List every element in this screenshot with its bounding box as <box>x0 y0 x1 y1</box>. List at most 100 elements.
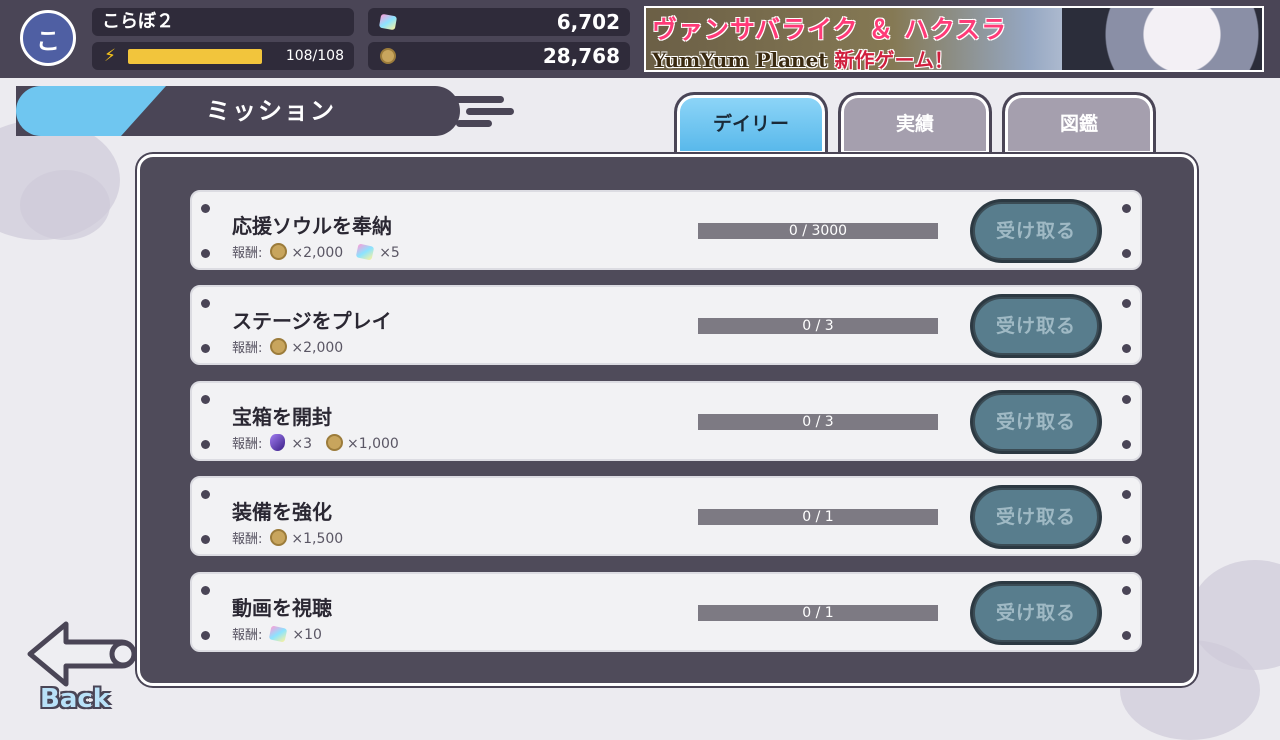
back-button[interactable]: Back <box>24 618 140 716</box>
gem-counter: 6,702 <box>368 8 630 36</box>
tab-encyclopedia[interactable]: 図鑑 <box>1002 92 1156 154</box>
background-cloud <box>20 170 110 240</box>
corner-rivet <box>1122 299 1131 308</box>
stamina-fill <box>128 49 262 64</box>
mission-row: ステージをプレイ報酬: ×2,000 0 / 3 受け取る <box>190 285 1142 365</box>
back-label: Back <box>40 684 111 714</box>
corner-rivet <box>1122 204 1131 213</box>
mission-progress-bar: 0 / 3 <box>698 318 938 334</box>
mission-title: 装備を強化 <box>232 500 332 524</box>
corner-rivet <box>1122 490 1131 499</box>
reward-amount: ×1,000 <box>347 436 399 452</box>
mission-progress-bar: 0 / 1 <box>698 509 938 525</box>
player-name: こらぼ２ <box>92 8 354 36</box>
ad-banner[interactable]: ヴァンサバライク ＆ ハクスラ YumYum Planet 新作ゲーム！ <box>644 6 1264 72</box>
page-title: ミッション <box>206 97 336 125</box>
mission-row: 応援ソウルを奉納報酬: ×2,000 ×5 0 / 3000 受け取る <box>190 190 1142 270</box>
corner-rivet <box>1122 440 1131 449</box>
gem-icon <box>378 13 398 31</box>
banner-new-game: 新作ゲーム！ <box>834 48 954 72</box>
claim-button-label: 受け取る <box>973 584 1099 642</box>
corner-rivet <box>201 586 210 595</box>
mission-title: 動画を視聴 <box>232 596 332 620</box>
mission-row: 宝箱を開封報酬: ×3 ×1,000 0 / 3 受け取る <box>190 381 1142 461</box>
mission-reward: 報酬: ×1,500 <box>232 528 357 547</box>
stone-icon <box>270 434 286 451</box>
mission-title: 応援ソウルを奉納 <box>232 214 392 238</box>
mission-reward: 報酬: ×10 <box>232 624 336 643</box>
reward-item: ×5 <box>355 243 400 261</box>
player-avatar[interactable]: こ <box>20 10 76 66</box>
speed-line <box>466 108 514 115</box>
reward-amount: ×10 <box>292 627 322 643</box>
reward-item: ×1,000 <box>326 434 399 452</box>
mission-reward: 報酬: ×3 ×1,000 <box>232 433 413 452</box>
mission-progress-bar: 0 / 3 <box>698 414 938 430</box>
claim-button-label: 受け取る <box>973 202 1099 260</box>
top-status-bar: こ こらぼ２ ⚡ 108/108 6,702 28,768 ヴァンサバライク ＆… <box>0 0 1280 78</box>
claim-button[interactable]: 受け取る <box>970 199 1102 263</box>
reward-label: 報酬: <box>232 341 263 356</box>
screen-title-bar: ミッション <box>16 86 460 136</box>
claim-button[interactable]: 受け取る <box>970 581 1102 645</box>
tab-daily[interactable]: デイリー <box>674 92 828 154</box>
reward-amount: ×5 <box>379 245 400 261</box>
reward-item: ×10 <box>269 625 322 643</box>
mission-title: 宝箱を開封 <box>232 405 332 429</box>
reward-label: 報酬: <box>232 437 263 452</box>
mission-reward: 報酬: ×2,000 ×5 <box>232 242 414 261</box>
corner-rivet <box>1122 249 1131 258</box>
claim-button-label: 受け取る <box>973 297 1099 355</box>
banner-brand: YumYum Planet <box>652 48 828 72</box>
gem-icon <box>355 243 375 261</box>
corner-rivet <box>201 204 210 213</box>
reward-amount: ×3 <box>291 436 313 452</box>
reward-item: ×2,000 <box>270 243 343 261</box>
reward-amount: ×1,500 <box>291 531 344 547</box>
speed-line <box>456 120 492 127</box>
stamina-value: 108/108 <box>285 48 344 64</box>
coin-icon <box>270 529 288 546</box>
banner-subline: YumYum Planet 新作ゲーム！ <box>652 44 954 72</box>
claim-button-label: 受け取る <box>973 488 1099 546</box>
mission-progress-bar: 0 / 3000 <box>698 223 938 239</box>
claim-button-label: 受け取る <box>973 393 1099 451</box>
claim-button[interactable]: 受け取る <box>970 390 1102 454</box>
corner-rivet <box>201 490 210 499</box>
corner-rivet <box>201 249 210 258</box>
corner-rivet <box>201 631 210 640</box>
corner-rivet <box>1122 586 1131 595</box>
corner-rivet <box>1122 344 1131 353</box>
speed-line <box>452 96 504 103</box>
progress-text: 0 / 1 <box>802 509 834 525</box>
progress-text: 0 / 3 <box>802 414 834 430</box>
coin-amount: 28,768 <box>542 44 620 68</box>
tab-achievements[interactable]: 実績 <box>838 92 992 154</box>
corner-rivet <box>1122 535 1131 544</box>
corner-rivet <box>201 344 210 353</box>
mission-title: ステージをプレイ <box>232 309 392 333</box>
corner-rivet <box>1122 395 1131 404</box>
coin-icon <box>380 48 396 64</box>
back-arrow-icon <box>27 621 136 687</box>
corner-rivet <box>201 440 210 449</box>
corner-rivet <box>201 299 210 308</box>
banner-headline: ヴァンサバライク ＆ ハクスラ <box>652 15 1008 44</box>
coin-icon <box>326 434 344 451</box>
reward-item: ×3 <box>270 434 312 452</box>
reward-label: 報酬: <box>232 246 263 261</box>
reward-label: 報酬: <box>232 532 263 547</box>
reward-amount: ×2,000 <box>291 245 344 261</box>
corner-rivet <box>201 395 210 404</box>
reward-item: ×1,500 <box>270 529 343 547</box>
reward-item: ×2,000 <box>270 338 343 356</box>
progress-text: 0 / 1 <box>802 605 834 621</box>
progress-text: 0 / 3000 <box>788 223 848 239</box>
claim-button[interactable]: 受け取る <box>970 294 1102 358</box>
gem-amount: 6,702 <box>556 10 620 34</box>
lightning-icon: ⚡ <box>104 46 116 66</box>
stamina-bar: ⚡ 108/108 <box>92 42 354 70</box>
claim-button[interactable]: 受け取る <box>970 485 1102 549</box>
coin-icon <box>270 243 288 260</box>
progress-text: 0 / 3 <box>802 318 834 334</box>
